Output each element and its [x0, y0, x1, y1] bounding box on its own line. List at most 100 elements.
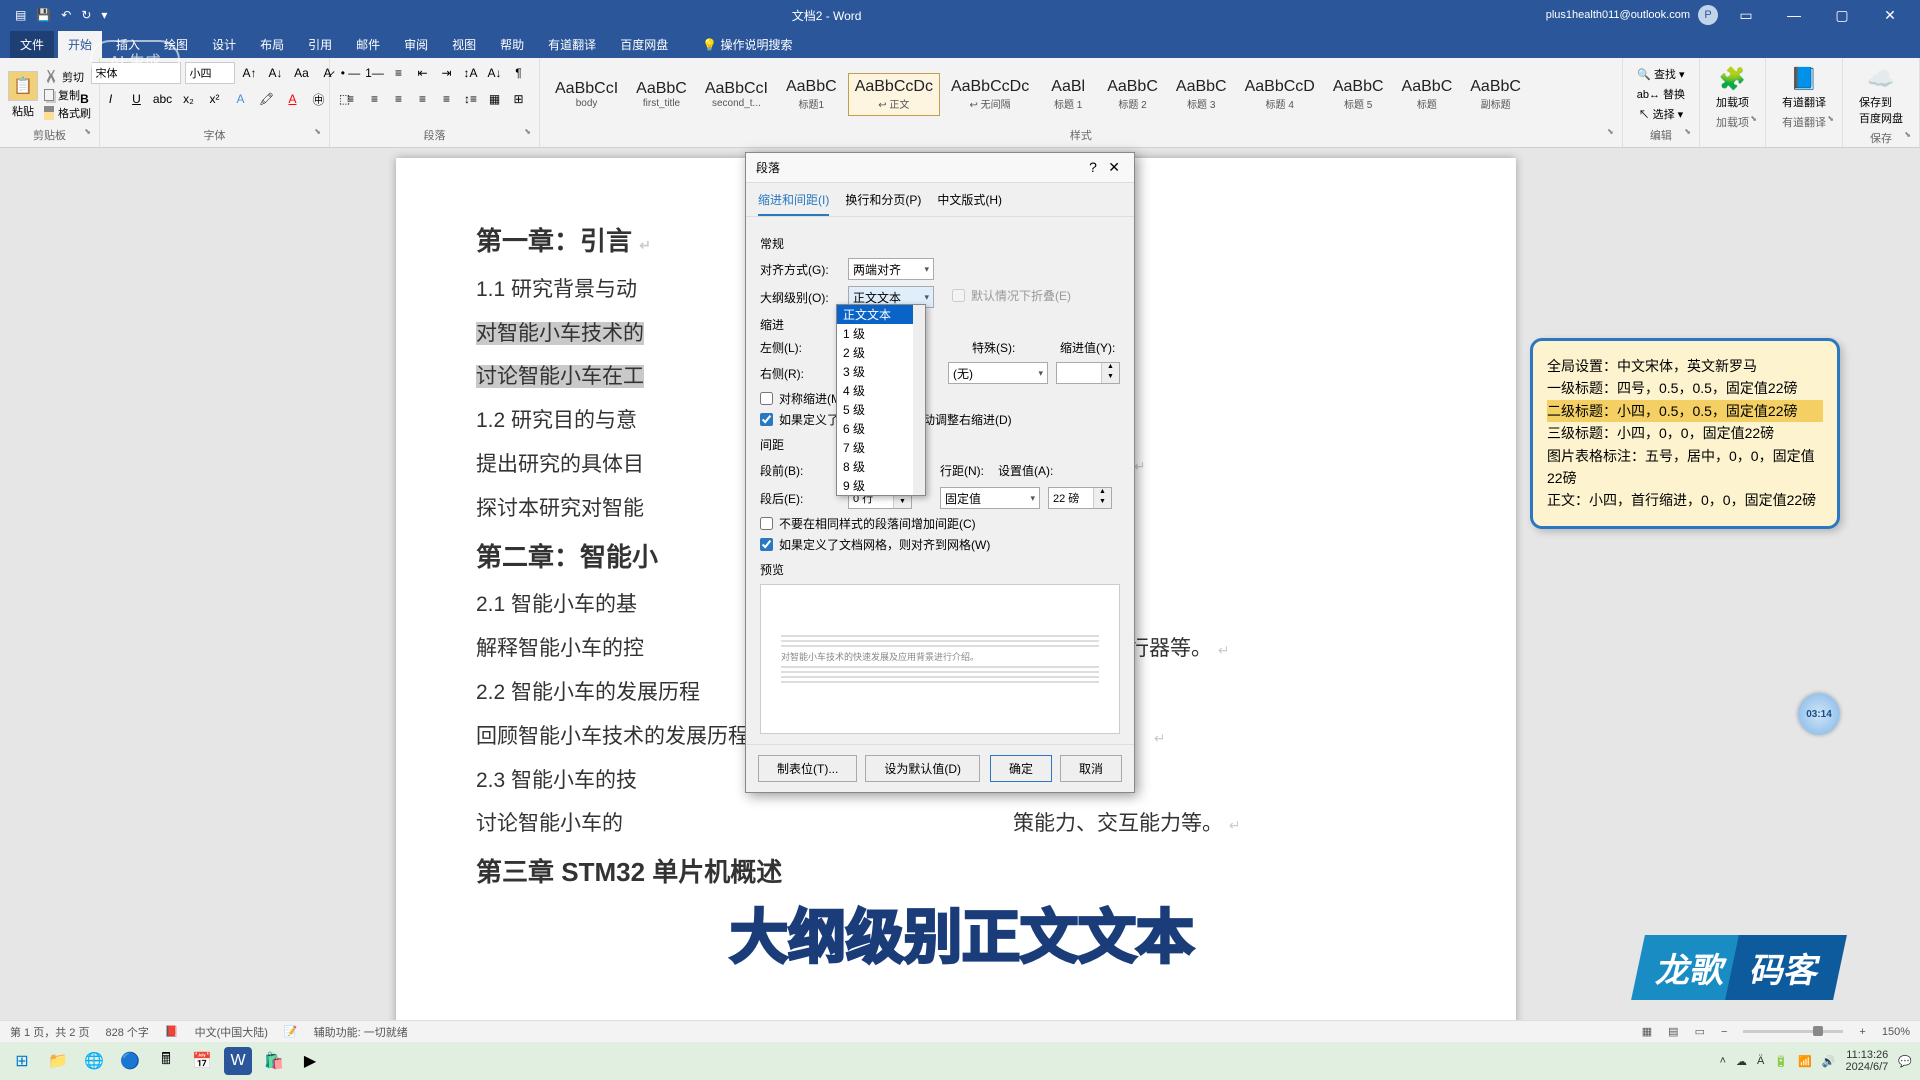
align-right-icon[interactable]: ≡: [388, 88, 410, 110]
style-item-4[interactable]: AaBbCcDc↩ 正文: [848, 73, 940, 116]
dialog-tab-indent[interactable]: 缩进和间距(I): [758, 191, 829, 216]
style-item-0[interactable]: AaBbCcIbody: [548, 75, 625, 114]
view-read-icon[interactable]: ▦: [1642, 1025, 1652, 1038]
replace-button[interactable]: ab↔ 替换: [1637, 86, 1685, 102]
strike-icon[interactable]: abc: [152, 88, 174, 110]
dropdown-option[interactable]: 9 级: [837, 476, 925, 495]
font-size-select[interactable]: [185, 62, 235, 84]
style-item-2[interactable]: AaBbCcIsecond_t...: [698, 75, 775, 114]
style-item-7[interactable]: AaBbC标题 2: [1100, 73, 1165, 116]
justify-icon[interactable]: ≡: [412, 88, 434, 110]
style-item-5[interactable]: AaBbCcDc↩ 无间隔: [944, 73, 1036, 116]
snap-grid-checkbox[interactable]: [760, 538, 773, 551]
zoom-in-icon[interactable]: +: [1859, 1026, 1865, 1038]
asian-layout-icon[interactable]: ↕A: [460, 62, 482, 84]
auto-right-indent-checkbox[interactable]: [760, 413, 773, 426]
special-indent-combo[interactable]: (无)▾: [948, 362, 1048, 384]
dropdown-option[interactable]: 4 级: [837, 381, 925, 400]
mirror-indent-checkbox[interactable]: [760, 392, 773, 405]
alignment-combo[interactable]: 两端对齐▾: [848, 258, 934, 280]
increase-indent-icon[interactable]: ⇥: [436, 62, 458, 84]
bold-icon[interactable]: B: [74, 88, 96, 110]
baidu-save-button[interactable]: ☁️ 保存到 百度网盘: [1851, 62, 1911, 130]
borders-icon[interactable]: ⊞: [508, 88, 530, 110]
app-icon[interactable]: ▶: [296, 1047, 324, 1075]
save-icon[interactable]: 💾: [36, 8, 51, 22]
tray-wifi-icon[interactable]: 📶: [1798, 1055, 1812, 1068]
dialog-close-icon[interactable]: ✕: [1104, 159, 1124, 175]
dropdown-option[interactable]: 6 级: [837, 419, 925, 438]
tab-view[interactable]: 视图: [442, 31, 486, 58]
maximize-button[interactable]: ▢: [1822, 7, 1862, 24]
dialog-tab-pagebreak[interactable]: 换行和分页(P): [845, 191, 921, 216]
zoom-out-icon[interactable]: −: [1721, 1026, 1727, 1038]
minimize-button[interactable]: —: [1774, 7, 1814, 23]
dropdown-option[interactable]: 正文文本: [837, 305, 925, 324]
italic-icon[interactable]: I: [100, 88, 122, 110]
style-item-1[interactable]: AaBbCfirst_title: [629, 75, 694, 114]
view-web-icon[interactable]: ▭: [1695, 1025, 1705, 1038]
dropdown-option[interactable]: 5 级: [837, 400, 925, 419]
shrink-font-icon[interactable]: A↓: [265, 62, 287, 84]
dropdown-option[interactable]: 1 级: [837, 324, 925, 343]
paste-button[interactable]: 📋 粘贴: [8, 71, 38, 119]
line-spacing-at-spinner[interactable]: ▲▼: [1048, 487, 1112, 509]
addin-button-1[interactable]: 🧩 加载项: [1708, 62, 1757, 114]
align-left-icon[interactable]: ≡: [340, 88, 362, 110]
close-button[interactable]: ✕: [1870, 7, 1910, 24]
tray-volume-icon[interactable]: 🔊: [1822, 1055, 1836, 1068]
start-button[interactable]: ⊞: [8, 1047, 36, 1075]
view-print-icon[interactable]: ▤: [1668, 1025, 1678, 1038]
dropdown-option[interactable]: 2 级: [837, 343, 925, 362]
underline-icon[interactable]: U: [126, 88, 148, 110]
select-button[interactable]: ↖ 选择 ▾: [1639, 106, 1684, 122]
style-item-11[interactable]: AaBbC标题: [1395, 73, 1460, 116]
sort-icon[interactable]: A↓: [484, 62, 506, 84]
outline-level-dropdown[interactable]: 正文文本1 级2 级3 级4 级5 级6 级7 级8 级9 级: [836, 304, 926, 496]
tab-mailings[interactable]: 邮件: [346, 31, 390, 58]
calculator-icon[interactable]: 🖩: [152, 1047, 180, 1075]
calendar-icon[interactable]: 📅: [188, 1047, 216, 1075]
tray-clock[interactable]: 11:13:26 2024/6/7: [1845, 1049, 1888, 1073]
tab-youdao[interactable]: 有道翻译: [538, 31, 606, 58]
explorer-icon[interactable]: 📁: [44, 1047, 72, 1075]
cancel-button[interactable]: 取消: [1060, 755, 1122, 782]
indent-value-spinner[interactable]: ▲▼: [1056, 362, 1120, 384]
line-spacing-icon[interactable]: ↕≡: [460, 88, 482, 110]
font-color-icon[interactable]: A: [282, 88, 304, 110]
highlight-icon[interactable]: 🖍: [256, 88, 278, 110]
tab-file[interactable]: 文件: [10, 31, 54, 58]
undo-icon[interactable]: ↶: [61, 8, 71, 22]
store-icon[interactable]: 🛍️: [260, 1047, 288, 1075]
dropdown-option[interactable]: 8 级: [837, 457, 925, 476]
tray-battery-icon[interactable]: 🔋: [1774, 1055, 1788, 1068]
bullets-icon[interactable]: • —: [340, 62, 362, 84]
subscript-icon[interactable]: x₂: [178, 88, 200, 110]
word-icon[interactable]: W: [224, 1047, 252, 1075]
phonetic-icon[interactable]: ㊥: [308, 88, 330, 110]
tab-help[interactable]: 帮助: [490, 31, 534, 58]
decrease-indent-icon[interactable]: ⇤: [412, 62, 434, 84]
shading-icon[interactable]: ▦: [484, 88, 506, 110]
line-spacing-combo[interactable]: 固定值▾: [940, 487, 1040, 509]
cut-button[interactable]: 剪切: [44, 69, 91, 85]
show-marks-icon[interactable]: ¶: [508, 62, 530, 84]
change-case-icon[interactable]: Aa: [291, 62, 313, 84]
status-words[interactable]: 828 个字: [105, 1024, 148, 1040]
superscript-icon[interactable]: x²: [204, 88, 226, 110]
status-a11y[interactable]: 辅助功能: 一切就绪: [314, 1024, 408, 1040]
zoom-slider[interactable]: [1743, 1030, 1843, 1033]
style-item-6[interactable]: AaBl标题 1: [1040, 73, 1096, 116]
tray-ime-icon[interactable]: Ä: [1757, 1055, 1764, 1067]
ok-button[interactable]: 确定: [990, 755, 1052, 782]
style-item-10[interactable]: AaBbC标题 5: [1326, 73, 1391, 116]
tray-cloud-icon[interactable]: ☁: [1736, 1055, 1747, 1068]
ribbon-options-icon[interactable]: ▭: [1726, 7, 1766, 24]
dropdown-option[interactable]: 3 级: [837, 362, 925, 381]
avatar[interactable]: P: [1698, 5, 1718, 25]
distribute-icon[interactable]: ≡: [436, 88, 458, 110]
style-item-9[interactable]: AaBbCcD标题 4: [1238, 73, 1322, 116]
edge-icon[interactable]: 🌐: [80, 1047, 108, 1075]
no-extra-space-checkbox[interactable]: [760, 517, 773, 530]
text-effect-icon[interactable]: A: [230, 88, 252, 110]
